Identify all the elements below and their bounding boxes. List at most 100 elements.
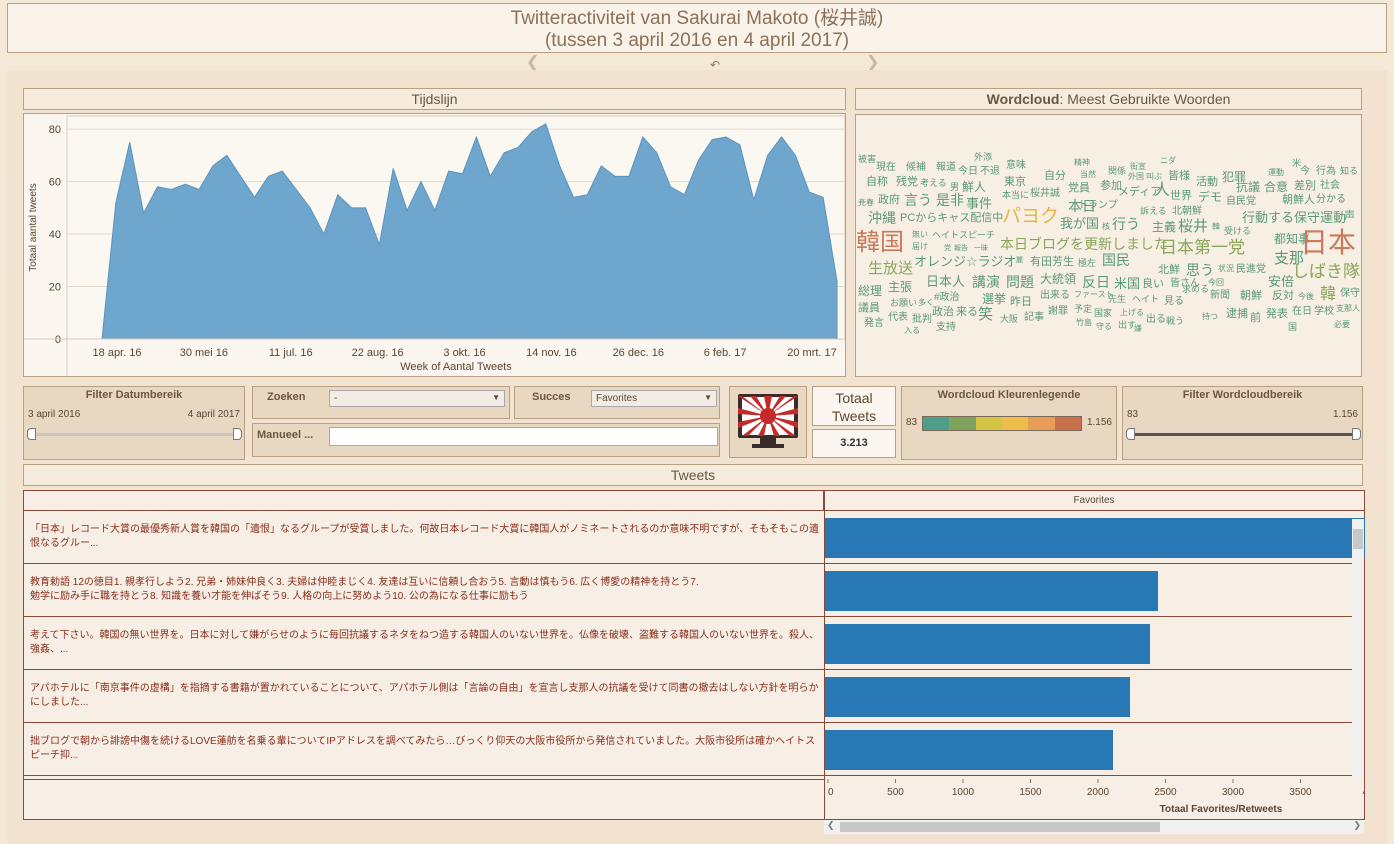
wordcloud-word[interactable]: 知る [1340,167,1358,176]
favorites-bar[interactable] [825,677,1131,717]
wordcloud-word[interactable]: 問題 [1006,275,1034,289]
forward-arrow-icon[interactable]: ❯ [866,52,879,72]
wordcloud-word[interactable]: オレンジ☆ラジオ [914,255,1016,268]
wordcloud-word[interactable]: 求める [1182,285,1209,294]
wordcloud-word[interactable]: 代表 [888,313,908,323]
wordcloud-word[interactable]: 男 [950,183,959,192]
wordcloud-word[interactable]: 事件 [966,197,992,210]
wordcloud-word[interactable]: 自称 [866,177,888,188]
wordcloud-word[interactable]: 麗 [1016,257,1023,264]
wordcloud-word[interactable]: 是非 [936,193,964,207]
date-slider-track[interactable] [32,433,238,436]
wordcloud-word[interactable]: 言う [904,193,932,207]
wordcloud-word[interactable]: 北鮮 [1158,265,1180,276]
wordcloud-word[interactable]: 不退 [980,167,1000,177]
wordcloud-slider-max-handle[interactable] [1352,428,1361,440]
wordcloud-word[interactable]: 支那人 [1336,305,1360,313]
wordcloud-word[interactable]: 反日 [1082,275,1110,289]
wordcloud-word[interactable]: 差別 [1294,181,1316,192]
wordcloud-word[interactable]: 逮捕 [1226,309,1248,320]
wordcloud-word[interactable]: 記事 [1024,313,1044,323]
wordcloud-word[interactable]: 朝鮮人 [1282,195,1315,206]
wordcloud-word[interactable]: 行為 [1316,167,1336,177]
wordcloud-word[interactable]: 予定 [1074,305,1092,314]
wordcloud-word[interactable]: 分かる [1316,195,1346,205]
wordcloud-word[interactable]: 良い [1142,279,1164,290]
wordcloud-word[interactable]: 本日ブログを更新しました [1000,237,1168,251]
wordcloud-word[interactable]: 総理 [858,285,882,297]
wordcloud-word[interactable]: 入る [904,327,920,335]
wordcloud-word[interactable]: 朝鮮 [1240,291,1262,302]
tweet-row[interactable]: アパホテルに「南京事件の虚構」を指摘する書籍が置かれていることについて、アパホテ… [24,670,824,723]
wordcloud-word[interactable]: 在日 [1292,307,1312,317]
wordcloud-word[interactable]: 発言 [864,319,884,329]
wordcloud-word[interactable]: 東京 [1004,177,1026,188]
wordcloud-word[interactable]: 桜井 [1178,219,1208,234]
wordcloud-word[interactable]: 届け [912,243,928,251]
date-slider-end-handle[interactable] [233,428,242,440]
tweet-row[interactable]: 「日本」レコード大賞の最優秀新人賞を韓国の「遺恨」なるグループが受賞しました。何… [24,511,824,564]
wordcloud-word[interactable]: 保守 [1340,289,1360,299]
back-arrow-icon[interactable]: ❮ [526,52,539,72]
wordcloud-word[interactable]: 我が国 [1060,217,1099,230]
wordcloud-word[interactable]: 声 [1344,211,1355,222]
horizontal-scroll-thumb[interactable] [840,822,1160,832]
wordcloud-word[interactable]: 北朝鮮 [1172,207,1202,217]
favorites-bar[interactable] [825,730,1113,770]
wordcloud-word[interactable]: #政治 [934,293,960,303]
wordcloud-word[interactable]: 今 [1300,167,1310,177]
wordcloud-word[interactable]: 日本人 [926,275,965,288]
wordcloud-word[interactable]: 安倍 [1268,275,1294,288]
favorites-bar[interactable] [825,571,1159,611]
wordcloud-word[interactable]: 自分 [1044,171,1066,182]
wordcloud-word[interactable]: 一昧 [974,245,988,252]
wordcloud-word[interactable]: 行う [1112,217,1140,231]
wordcloud-word[interactable]: 反対 [1272,291,1294,302]
wordcloud-word[interactable]: 昨日 [1010,297,1032,308]
wordcloud-word[interactable]: 持つ [1202,313,1218,321]
wordcloud-word[interactable]: 世界 [1170,191,1192,202]
wordcloud-word[interactable]: 今回 [1208,279,1224,287]
wordcloud-word[interactable]: 叫ぶ [1146,173,1162,181]
wordcloud-word[interactable]: 日本第一党 [1160,239,1245,256]
wordcloud-word[interactable]: 米国 [1114,277,1140,290]
wordcloud-word[interactable]: 極左 [1078,259,1096,268]
wordcloud-word[interactable]: 状況 [1218,265,1234,273]
wordcloud-word[interactable]: 生放送 [868,261,913,276]
wordcloud-word[interactable]: ヘイトスピーチ [932,231,995,240]
wordcloud-word[interactable]: 議員 [858,303,880,314]
wordcloud-word[interactable]: 講演 [972,275,1000,289]
wordcloud-word[interactable]: 皆様 [1168,171,1190,182]
wordcloud-word[interactable]: 発表 [1266,309,1288,320]
wordcloud-word[interactable]: 韓国 [856,231,904,255]
manual-input[interactable] [329,427,718,446]
favorites-bar[interactable] [825,624,1151,664]
wordcloud-word[interactable]: 社会 [1320,181,1340,191]
wordcloud-word[interactable]: 新聞 [1210,291,1230,301]
wordcloud-word[interactable]: 活動 [1196,177,1218,188]
wordcloud-word[interactable]: 被害 [858,155,876,164]
wordcloud-word[interactable]: 政府 [878,195,900,206]
wordcloud-word[interactable]: 守る [1096,323,1112,331]
tweets-horizontal-scrollbar[interactable]: ❮ ❯ [824,820,1364,834]
wordcloud-word[interactable]: 党員 [1068,183,1090,194]
wordcloud-word[interactable]: 国家 [1094,309,1112,318]
date-slider-start-handle[interactable] [27,428,36,440]
wordcloud-word[interactable]: 報道 [936,163,956,173]
tweet-row[interactable]: 考えて下さい。韓国の無い世界を。日本に対して嫌がらせのように毎回抗議するネタをね… [24,617,824,670]
wordcloud-slider-min-handle[interactable] [1126,428,1135,440]
favorites-bar[interactable] [825,518,1365,558]
wordcloud-word[interactable]: 関係 [1108,167,1126,176]
wordcloud-word[interactable]: 主義 [1152,221,1176,233]
wordcloud-word[interactable]: 抗議 [1236,181,1260,193]
search-dropdown[interactable]: - ▼ [329,390,505,407]
wordcloud-word[interactable]: 先生 [1108,295,1126,304]
wordcloud-word[interactable]: デモ [1198,191,1222,203]
wordcloud-word[interactable]: 報告 [954,245,968,252]
wordcloud-word[interactable]: 外添 [974,153,992,162]
tweet-row[interactable]: 拙ブログで朝から誹謗中傷を続けるLOVE蓮舫を名乗る輩についてIPアドレスを調べ… [24,723,824,776]
wordcloud-word[interactable]: パヨク [1002,207,1059,226]
wordcloud-slider-track[interactable] [1131,433,1357,436]
wordcloud-word[interactable]: 有田芳生 [1030,257,1074,268]
wordcloud-word[interactable]: 大阪 [1000,315,1018,324]
